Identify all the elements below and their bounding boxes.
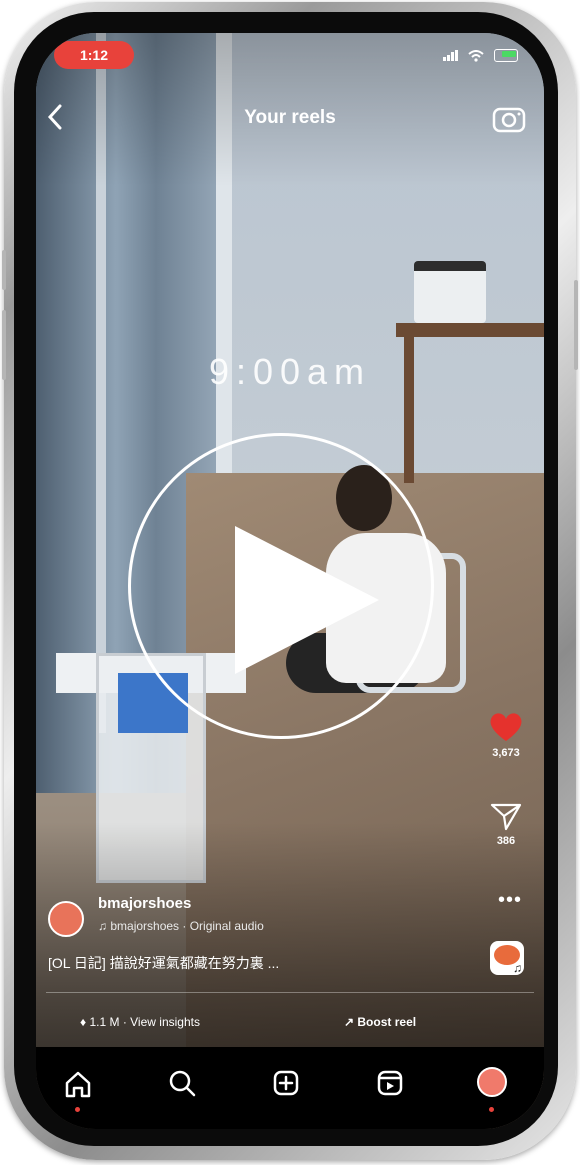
page-title: Your reels bbox=[244, 107, 336, 128]
nav-profile[interactable] bbox=[472, 1063, 512, 1112]
side-button bbox=[574, 280, 578, 370]
video-overlay-text: 9:00am bbox=[208, 351, 372, 392]
profile-icon bbox=[477, 1067, 507, 1097]
username[interactable]: bmajorshoes bbox=[98, 895, 191, 912]
nav-reels[interactable] bbox=[370, 1063, 410, 1103]
view-insights-link[interactable]: ♦ 1.1 M · View insights bbox=[80, 1015, 200, 1029]
divider bbox=[46, 992, 534, 993]
nav-create[interactable] bbox=[266, 1063, 306, 1103]
reels-icon bbox=[377, 1070, 403, 1096]
boost-label: Boost reel bbox=[357, 1015, 417, 1029]
notification-dot bbox=[489, 1107, 494, 1112]
audio-info[interactable]: ♫ bmajorshoes · Original audio bbox=[98, 919, 264, 933]
like-count: 3,673 bbox=[492, 747, 520, 759]
audio-thumbnail[interactable]: ♫ bbox=[490, 941, 524, 975]
boost-icon: ↗ bbox=[344, 1015, 358, 1029]
create-icon bbox=[273, 1070, 299, 1096]
heart-icon bbox=[490, 713, 522, 741]
camera-icon[interactable] bbox=[492, 103, 526, 133]
search-icon bbox=[169, 1070, 196, 1097]
share-count: 386 bbox=[496, 835, 516, 847]
notification-dot bbox=[75, 1107, 80, 1112]
wifi-icon bbox=[468, 47, 488, 62]
play-button[interactable] bbox=[128, 433, 434, 739]
share-button[interactable]: 386 bbox=[484, 801, 528, 847]
audio-label: bmajorshoes · Original audio bbox=[110, 919, 264, 933]
boost-reel-button[interactable]: ↗ Boost reel bbox=[344, 1015, 416, 1029]
paper-plane-icon bbox=[490, 803, 522, 831]
status-time: 1:12 bbox=[54, 41, 134, 69]
home-icon bbox=[65, 1071, 91, 1098]
side-button bbox=[2, 250, 6, 290]
side-button bbox=[2, 310, 6, 380]
bottom-nav bbox=[36, 1047, 544, 1129]
music-note-icon: ♫ bbox=[513, 961, 522, 975]
nav-search[interactable] bbox=[162, 1063, 202, 1103]
nav-home[interactable] bbox=[58, 1063, 98, 1112]
music-note-icon: ♫ bbox=[98, 919, 111, 933]
status-icons bbox=[437, 47, 518, 63]
insights-label: 1.1 M · View insights bbox=[89, 1015, 200, 1029]
play-icon bbox=[235, 526, 379, 674]
like-button[interactable]: 3,673 bbox=[484, 709, 528, 759]
signal-bars-icon bbox=[442, 47, 463, 62]
screen: 1:12 Your reels 9:00am 3,673 386 ••• bma… bbox=[36, 33, 544, 1129]
avatar[interactable] bbox=[48, 901, 84, 937]
battery-icon bbox=[494, 49, 518, 63]
caption[interactable]: [OL 日記] 描說好運氣都藏在努力裏 ... bbox=[48, 953, 279, 973]
more-icon[interactable]: ••• bbox=[498, 889, 522, 912]
